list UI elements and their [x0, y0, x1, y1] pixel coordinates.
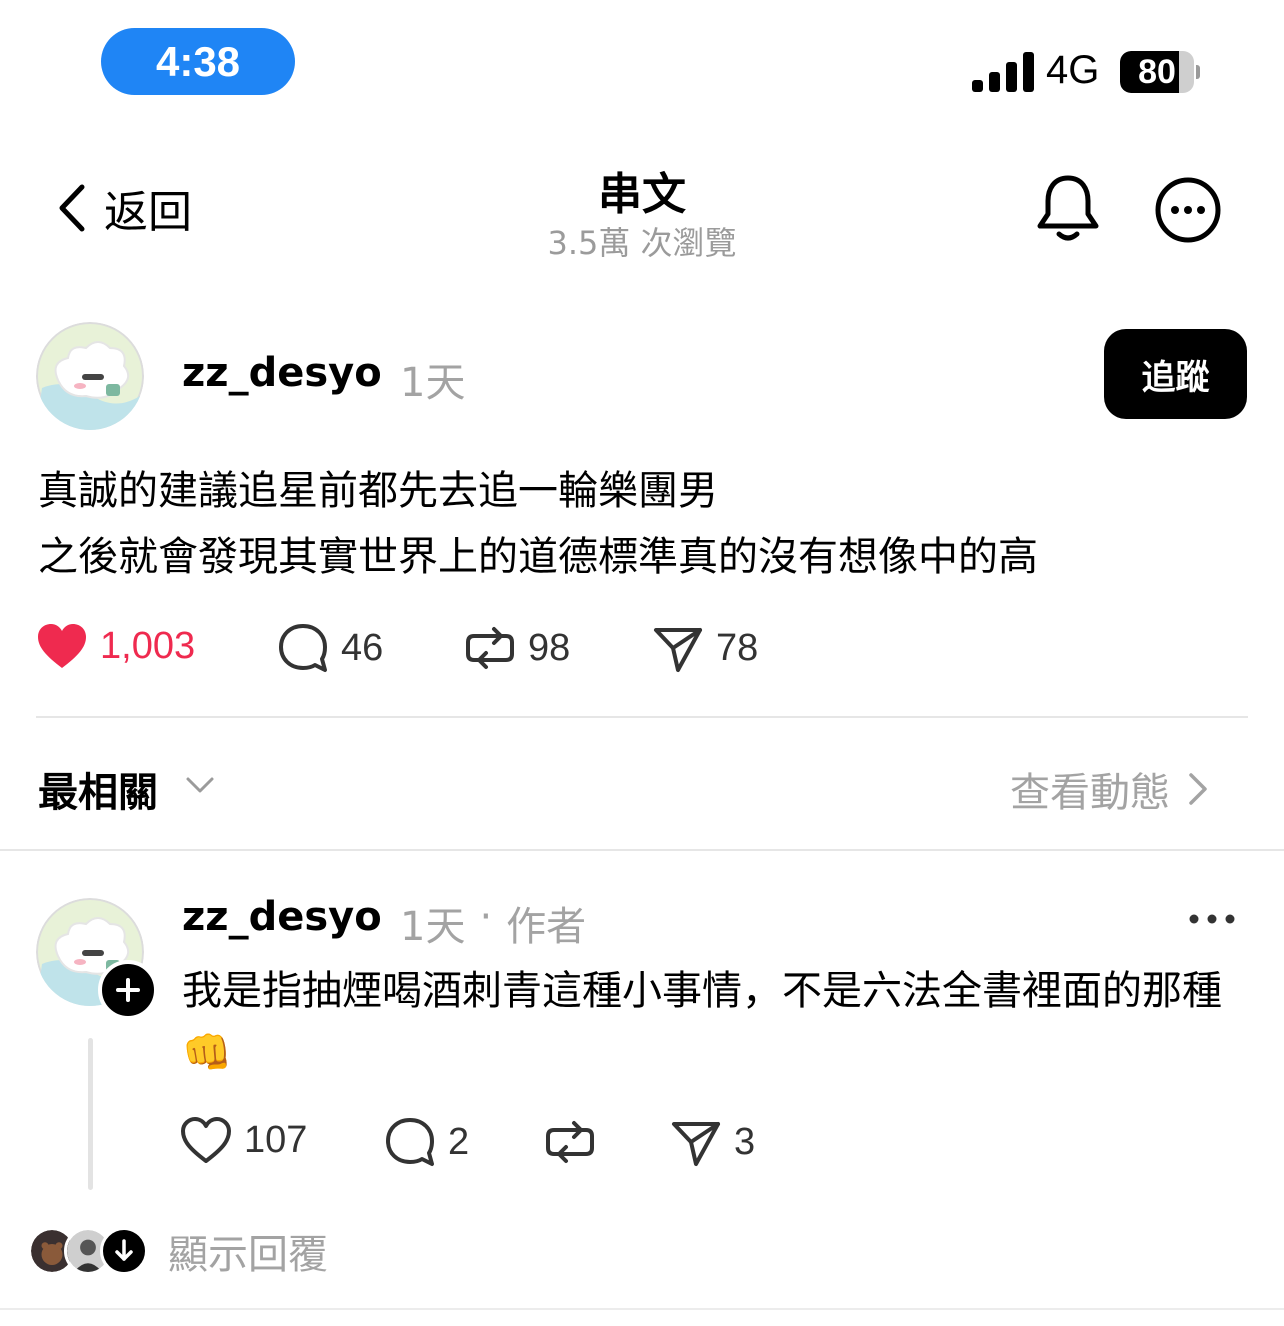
show-replies-label: 顯示回覆: [168, 1232, 328, 1278]
reply-username[interactable]: zz_desyo: [182, 894, 382, 940]
repost-count: 98: [528, 626, 571, 669]
view-activity-link[interactable]: 查看動態: [1010, 760, 1210, 818]
reply-more-icon[interactable]: [1186, 904, 1238, 934]
network-type: 4G: [1046, 48, 1100, 92]
battery-icon: 80: [1120, 51, 1200, 93]
divider: [0, 849, 1284, 851]
chevron-right-icon: [1189, 773, 1207, 805]
reply-comment-button[interactable]: 2: [384, 1116, 469, 1168]
follow-plus-button[interactable]: [98, 960, 158, 1020]
author-badge: 作者: [506, 904, 587, 950]
share-button[interactable]: 78: [652, 622, 758, 674]
page-title: 串文: [598, 169, 686, 220]
status-time: 4:38: [101, 28, 295, 95]
reply-share-count: 3: [734, 1120, 756, 1163]
reply-time: 1天: [400, 904, 466, 950]
divider: [36, 716, 1248, 718]
reply-comment-count: 2: [448, 1120, 470, 1163]
chevron-down-icon[interactable]: [184, 768, 216, 800]
comment-count: 46: [341, 626, 384, 669]
reply-repost-button[interactable]: [544, 1116, 608, 1168]
reply-like-button[interactable]: 107: [180, 1116, 307, 1164]
back-label: 返回: [104, 187, 192, 238]
heart-icon: [181, 1117, 231, 1163]
reply-text: 我是指抽煙喝酒刺青這種小事情，不是六法全書裡面的那種👊: [182, 968, 1222, 1076]
chevron-left-icon: [59, 184, 85, 232]
post-text: 真誠的建議追星前都先去追一輪樂團男 之後就會發現其實世界上的道德標準真的沒有想像…: [38, 458, 1038, 590]
repost-icon: [466, 627, 514, 669]
view-count: 3.5萬 次瀏覽: [547, 224, 737, 262]
comment-button[interactable]: 46: [277, 622, 383, 674]
reply-meta: 1天 · 作者: [400, 894, 586, 952]
avatar[interactable]: [36, 322, 144, 430]
like-count: 1,003: [100, 624, 196, 667]
bell-icon[interactable]: [1034, 172, 1102, 244]
view-activity-label: 查看動態: [1010, 770, 1170, 816]
battery-level: 80: [1138, 52, 1176, 91]
send-icon: [654, 628, 702, 672]
post-time: 1天: [400, 360, 466, 406]
send-icon: [672, 1122, 720, 1166]
share-count: 78: [716, 626, 759, 669]
repost-icon: [546, 1121, 594, 1163]
reply-avatars: [28, 1227, 148, 1275]
show-replies-button[interactable]: 顯示回覆: [28, 1222, 328, 1280]
post-username[interactable]: zz_desyo: [182, 350, 382, 396]
cellular-signal-icon: [972, 52, 1034, 92]
like-button[interactable]: 1,003: [36, 622, 195, 670]
post-text-line: 之後就會發現其實世界上的道德標準真的沒有想像中的高: [38, 534, 1038, 580]
reply-like-count: 107: [244, 1118, 308, 1161]
plus-icon: [116, 978, 140, 1002]
heart-filled-icon: [38, 624, 86, 668]
more-options-icon[interactable]: [1154, 176, 1222, 244]
comment-icon: [279, 624, 327, 672]
back-button[interactable]: 返回: [56, 176, 192, 240]
separator-dot: ·: [479, 894, 493, 940]
arrow-down-icon: [100, 1227, 148, 1275]
comment-icon: [386, 1118, 434, 1166]
post-text-line: 真誠的建議追星前都先去追一輪樂團男: [38, 468, 718, 514]
reply-share-button[interactable]: 3: [670, 1116, 755, 1168]
divider: [0, 1308, 1284, 1310]
thread-line: [88, 1038, 93, 1190]
repost-button[interactable]: 98: [464, 622, 570, 674]
follow-button[interactable]: 追蹤: [1104, 329, 1247, 419]
sort-dropdown[interactable]: 最相關: [38, 760, 158, 818]
